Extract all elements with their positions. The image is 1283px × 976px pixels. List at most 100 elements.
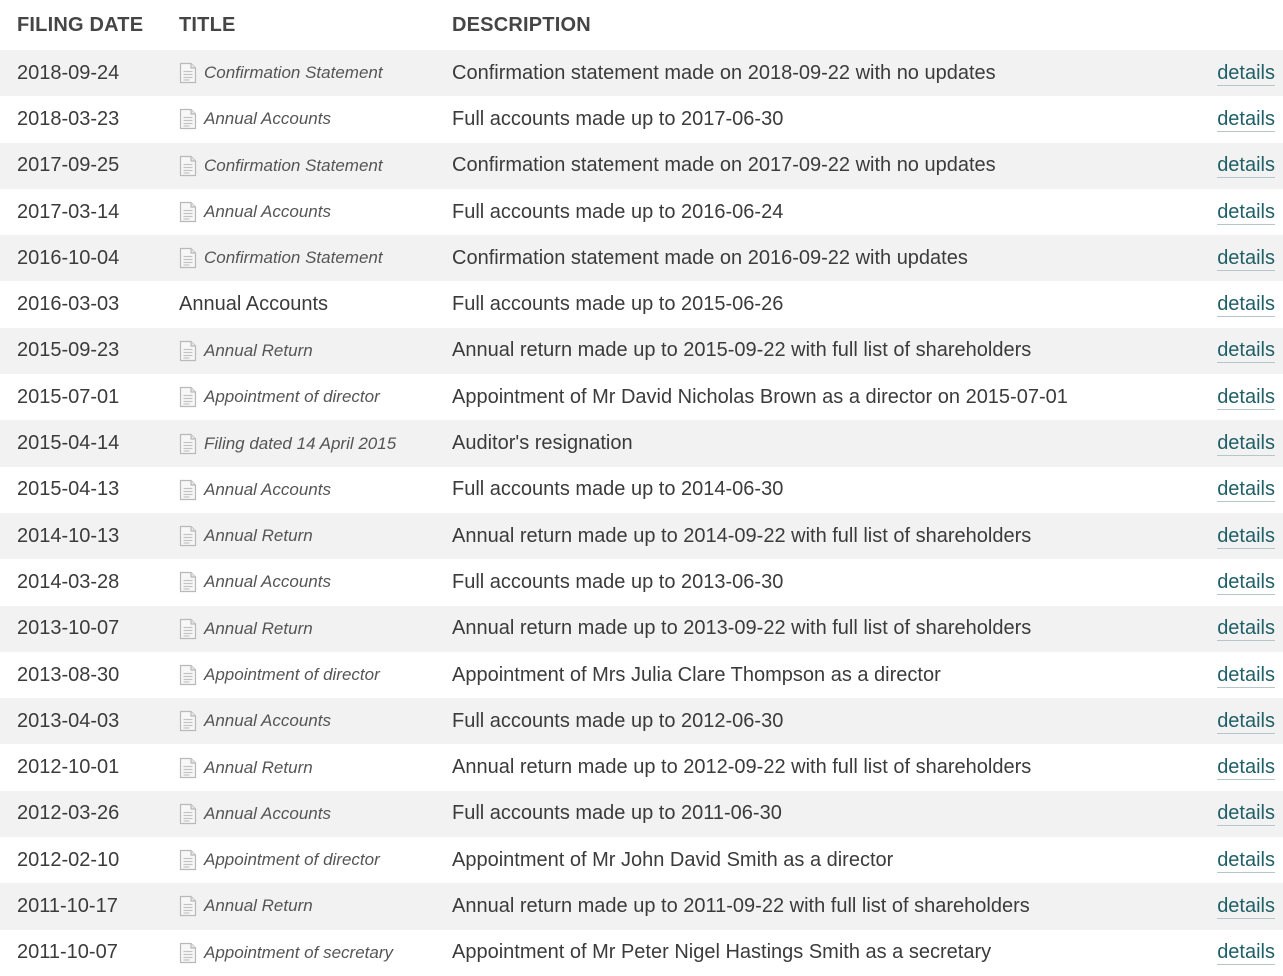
details-cell: details xyxy=(1183,848,1283,873)
table-row: 2013-10-07 Annual Return Annual return mad… xyxy=(0,605,1283,652)
filing-date: 2017-09-25 xyxy=(17,154,120,177)
details-cell: details xyxy=(1183,709,1283,734)
details-link[interactable]: details xyxy=(1217,709,1275,734)
details-link[interactable]: details xyxy=(1217,293,1275,318)
filing-description: Full accounts made up to 2014-06-30 xyxy=(452,478,784,501)
document-icon[interactable] xyxy=(179,803,197,825)
header-description: DESCRIPTION xyxy=(452,13,591,36)
filing-date: 2012-03-26 xyxy=(17,802,120,825)
details-link[interactable]: details xyxy=(1217,339,1275,364)
filing-history-table: FILING DATE TITLE DESCRIPTION 2018-09-24… xyxy=(0,0,1283,976)
details-link[interactable]: details xyxy=(1217,61,1275,86)
details-link[interactable]: details xyxy=(1217,385,1275,410)
filing-title-cell: Confirmation Statement xyxy=(164,155,435,177)
document-icon[interactable] xyxy=(179,571,197,593)
document-icon[interactable] xyxy=(179,155,197,177)
filing-description: Annual return made up to 2015-09-22 with… xyxy=(452,339,1032,362)
filing-title-wrap: Annual Accounts xyxy=(179,479,435,501)
details-link[interactable]: details xyxy=(1217,154,1275,179)
details-link[interactable]: details xyxy=(1217,200,1275,225)
document-icon[interactable] xyxy=(179,340,197,362)
document-icon[interactable] xyxy=(179,62,197,84)
details-link[interactable]: details xyxy=(1217,894,1275,919)
document-icon[interactable] xyxy=(179,433,197,455)
table-row: 2014-03-28 Annual Accounts Full accounts m… xyxy=(0,559,1283,606)
document-icon[interactable] xyxy=(179,895,197,917)
filing-title-cell: Annual Return xyxy=(164,340,435,362)
document-icon[interactable] xyxy=(179,525,197,547)
filing-title-cell: Annual Accounts xyxy=(164,571,435,593)
filing-title-wrap: Appointment of director xyxy=(179,849,435,871)
details-link[interactable]: details xyxy=(1217,432,1275,457)
document-icon[interactable] xyxy=(179,618,197,640)
table-row: 2018-09-24 Confirmation Statement Confirma… xyxy=(0,50,1283,97)
table-row: 2011-10-17 Annual Return Annual return mad… xyxy=(0,883,1283,930)
details-link[interactable]: details xyxy=(1217,617,1275,642)
filing-description: Annual return made up to 2013-09-22 with… xyxy=(452,617,1032,640)
details-cell: details xyxy=(1183,200,1283,225)
document-icon[interactable] xyxy=(179,710,197,732)
filing-description: Full accounts made up to 2016-06-24 xyxy=(452,200,784,223)
filing-title: Appointment of director xyxy=(204,665,380,684)
filing-title-wrap: Confirmation Statement xyxy=(179,155,435,177)
document-icon[interactable] xyxy=(179,201,197,223)
filing-date: 2013-04-03 xyxy=(17,709,120,732)
filing-date: 2018-03-23 xyxy=(17,107,120,130)
document-icon[interactable] xyxy=(179,942,197,964)
filing-title-cell: Appointment of secretary xyxy=(164,942,435,964)
filing-title-cell: Annual Accounts xyxy=(164,201,435,223)
filing-description: Confirmation statement made on 2018-09-2… xyxy=(452,61,996,84)
filing-title: Confirmation Statement xyxy=(204,155,383,175)
details-link[interactable]: details xyxy=(1217,570,1275,595)
details-link[interactable]: details xyxy=(1217,524,1275,549)
filing-date: 2015-07-01 xyxy=(17,385,120,408)
filing-title: Annual Accounts xyxy=(179,293,328,316)
filing-date: 2014-03-28 xyxy=(17,570,120,593)
filing-title-cell: Annual Accounts xyxy=(164,293,435,316)
details-link[interactable]: details xyxy=(1217,478,1275,503)
filing-title-wrap: Annual Accounts xyxy=(179,201,435,223)
filing-description: Auditor's resignation xyxy=(452,432,633,455)
filing-title-cell: Annual Return xyxy=(164,525,435,547)
details-link[interactable]: details xyxy=(1217,848,1275,873)
filing-date: 2011-10-17 xyxy=(17,894,118,917)
filing-date: 2015-09-23 xyxy=(17,339,120,362)
table-row: 2011-10-07 Appointment of secretary Appoin… xyxy=(0,929,1283,976)
details-cell: details xyxy=(1183,756,1283,781)
table-row: 2018-03-23 Annual Accounts Full accounts m… xyxy=(0,96,1283,143)
filing-title-wrap: Annual Return xyxy=(179,895,435,917)
details-link[interactable]: details xyxy=(1217,756,1275,781)
table-row: 2015-07-01 Appointment of director Appoint… xyxy=(0,374,1283,421)
filing-title: Filing dated 14 April 2015 xyxy=(204,433,397,453)
filing-description: Full accounts made up to 2012-06-30 xyxy=(452,709,784,732)
filing-title-cell: Annual Accounts xyxy=(164,479,435,501)
details-cell: details xyxy=(1183,432,1283,457)
filing-title: Appointment of director xyxy=(204,387,380,407)
details-cell: details xyxy=(1183,524,1283,549)
filing-description: Annual return made up to 2012-09-22 with… xyxy=(452,756,1032,779)
details-link[interactable]: details xyxy=(1217,802,1275,827)
filing-description: Full accounts made up to 2013-06-30 xyxy=(452,570,784,593)
filing-date: 2013-10-07 xyxy=(17,617,120,640)
details-cell: details xyxy=(1183,941,1283,966)
details-link[interactable]: details xyxy=(1217,663,1275,688)
filing-title-wrap: Annual Return xyxy=(179,340,435,362)
document-icon[interactable] xyxy=(179,108,197,130)
document-icon[interactable] xyxy=(179,757,197,779)
table-row: 2013-04-03 Annual Accounts Full accounts m… xyxy=(0,698,1283,745)
document-icon[interactable] xyxy=(179,247,197,269)
details-cell: details xyxy=(1183,663,1283,688)
document-icon[interactable] xyxy=(179,479,197,501)
details-cell: details xyxy=(1183,385,1283,410)
document-icon[interactable] xyxy=(179,664,197,686)
details-link[interactable]: details xyxy=(1217,107,1275,132)
details-link[interactable]: details xyxy=(1217,941,1275,966)
filing-title-wrap: Appointment of director xyxy=(179,386,435,408)
filing-title-cell: Annual Accounts xyxy=(164,710,435,732)
filing-title: Appointment of secretary xyxy=(204,942,393,962)
details-link[interactable]: details xyxy=(1217,246,1275,271)
document-icon[interactable] xyxy=(179,849,197,871)
document-icon[interactable] xyxy=(179,386,197,408)
filing-title-wrap: Annual Return xyxy=(179,757,435,779)
table-row: 2012-02-10 Appointment of director Appoint… xyxy=(0,837,1283,884)
